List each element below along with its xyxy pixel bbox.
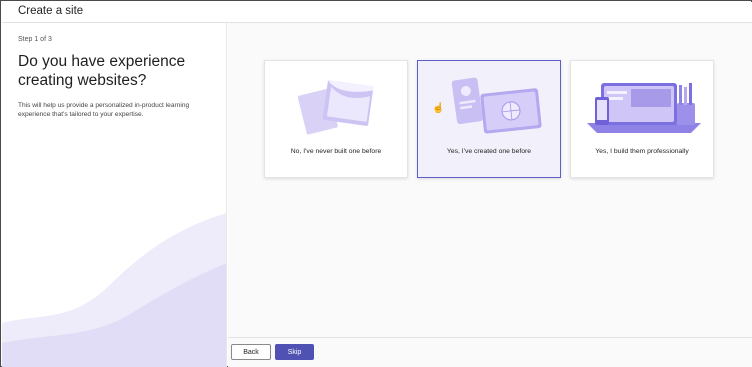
back-button[interactable]: Back [231,344,271,360]
step-indicator: Step 1 of 3 [18,36,52,43]
question-description: This will help us provide a personalized… [18,102,190,118]
option-card-professional[interactable]: Yes, I build them professionally [570,60,714,178]
paper-sheets-illustration [297,80,374,135]
option-card-created-one[interactable]: Yes, I've created one before [417,60,561,178]
skip-button[interactable]: Skip [275,344,314,360]
left-panel: Step 1 of 3 Do you have experience creat… [2,23,227,367]
option-label: Yes, I build them professionally [595,148,689,155]
designer-desk-illustration [587,83,701,133]
option-label: No, I've never built one before [290,148,382,155]
option-card-never-built[interactable]: No, I've never built one before [264,60,408,178]
hand-pointer-cursor-icon: ☝ [432,103,445,114]
footer-bar: Back Skip [228,337,752,367]
title-bar: Create a site [2,2,752,23]
options-area: No, I've never built one before Yes, I'v… [228,23,752,337]
window-title: Create a site [18,5,84,17]
question-heading: Do you have experience creating websites… [18,53,186,89]
decorative-wave [2,213,226,367]
create-site-dialog: Create a site Step 1 of 3 Do you have ex… [0,0,752,367]
option-label: Yes, I've created one before [446,148,532,155]
